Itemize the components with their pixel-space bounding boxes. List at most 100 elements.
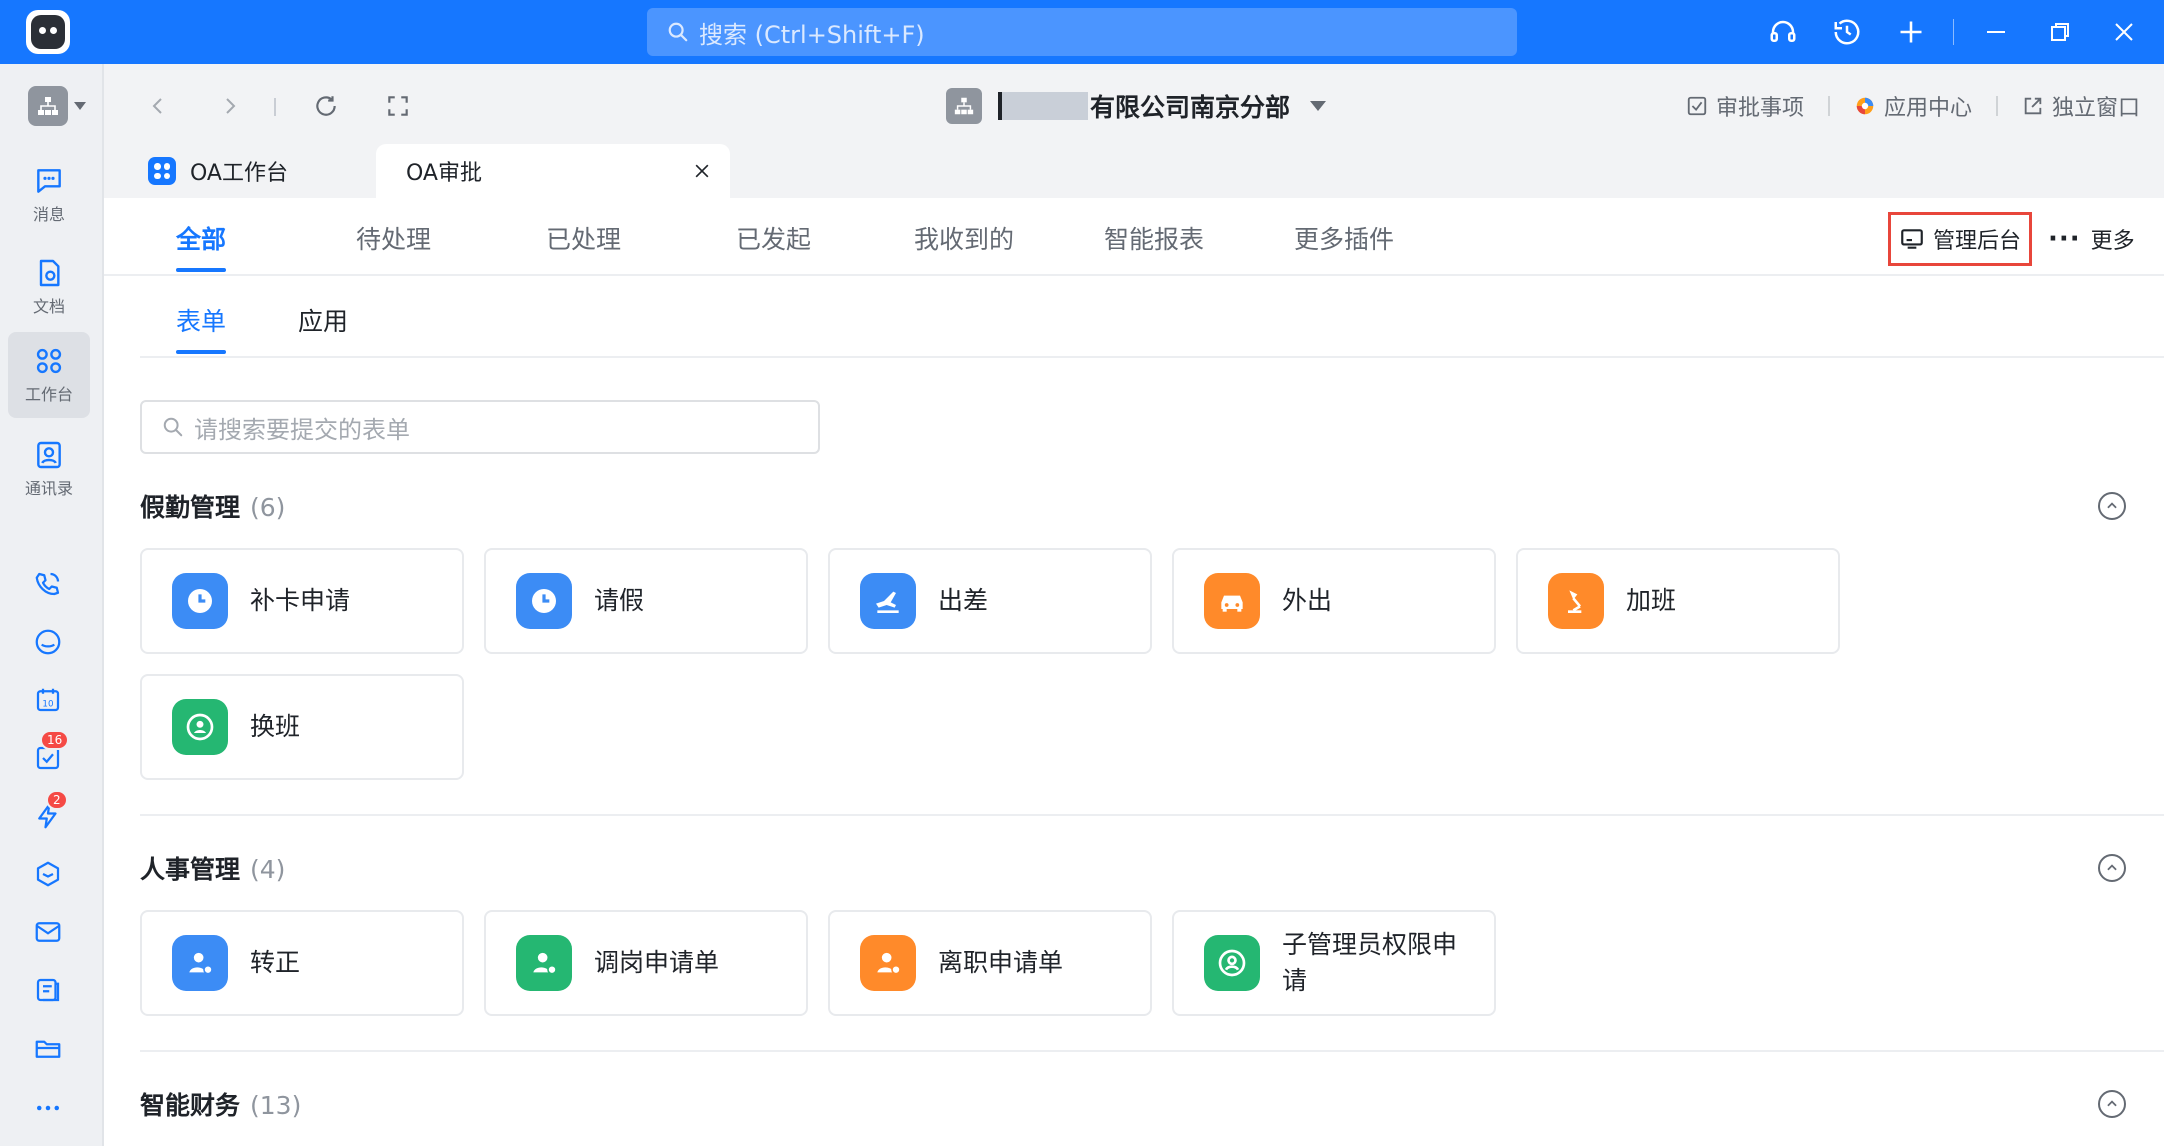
swap-user-icon bbox=[172, 699, 228, 755]
approvals-link[interactable]: 审批事项 bbox=[1662, 90, 1828, 122]
tab-apps[interactable]: 应用 bbox=[298, 302, 348, 338]
desk-lamp-icon bbox=[1548, 573, 1604, 629]
form-card-resignation[interactable]: 离职申请单 bbox=[828, 910, 1152, 1016]
headset-icon[interactable] bbox=[1751, 0, 1815, 64]
workbench-icon bbox=[36, 348, 62, 374]
cube-icon[interactable] bbox=[28, 854, 68, 894]
form-card-regularization[interactable]: 转正 bbox=[140, 910, 464, 1016]
form-card-leave[interactable]: 请假 bbox=[484, 548, 808, 654]
folder-icon[interactable] bbox=[28, 1028, 68, 1068]
sidebar-item-messages[interactable]: 消息 bbox=[8, 152, 90, 238]
contacts-icon bbox=[37, 441, 61, 469]
form-search-placeholder: 请搜索要提交的表单 bbox=[194, 415, 410, 444]
tab-oa-approval[interactable]: OA审批 bbox=[376, 144, 730, 198]
sidebar-item-docs[interactable]: 文档 bbox=[8, 244, 90, 330]
workbench-app-icon bbox=[148, 157, 176, 185]
org-tree-icon bbox=[946, 88, 982, 124]
clock-icon bbox=[516, 573, 572, 629]
form-card-transfer[interactable]: 调岗申请单 bbox=[484, 910, 808, 1016]
ellipsis-icon: ··· bbox=[2048, 224, 2081, 254]
lightning-icon[interactable]: 2 bbox=[28, 790, 68, 836]
svg-text:10: 10 bbox=[42, 699, 53, 709]
main-content: 全部 待处理 已处理 已发起 我收到的 智能报表 更多插件 管理后台 ··· 更… bbox=[104, 198, 2164, 1146]
form-card-going-out[interactable]: 外出 bbox=[1172, 548, 1496, 654]
search-placeholder: 搜索 (Ctrl+Shift+F) bbox=[699, 20, 925, 49]
form-card-sub-admin-permission[interactable]: 子管理员权限申请 bbox=[1172, 910, 1496, 1016]
flash-badge: 2 bbox=[46, 790, 68, 810]
form-card-overtime[interactable]: 加班 bbox=[1516, 548, 1840, 654]
org-title[interactable]: 有限公司南京分部 bbox=[946, 86, 1327, 126]
tab-forms[interactable]: 表单 bbox=[176, 302, 227, 354]
more-apps-icon[interactable] bbox=[28, 1088, 68, 1128]
global-search-input[interactable]: 搜索 (Ctrl+Shift+F) bbox=[647, 8, 1517, 56]
plus-icon[interactable] bbox=[1879, 0, 1943, 64]
redacted-name bbox=[998, 92, 1088, 120]
org-switcher[interactable] bbox=[28, 84, 88, 128]
tab-all[interactable]: 全部 bbox=[176, 220, 227, 272]
form-search-input[interactable]: 请搜索要提交的表单 bbox=[140, 400, 820, 454]
section-title-finance: 智能财务 (13) bbox=[140, 1091, 302, 1120]
sidebar-item-label: 消息 bbox=[32, 205, 65, 224]
message-icon bbox=[37, 169, 61, 193]
form-card-business-trip[interactable]: 出差 bbox=[828, 548, 1152, 654]
user-transfer-icon bbox=[516, 935, 572, 991]
document-icon bbox=[39, 259, 60, 287]
airplane-icon bbox=[860, 573, 916, 629]
app-center-link[interactable]: 应用中心 bbox=[1830, 90, 1996, 122]
checkbox-icon bbox=[1687, 96, 1707, 116]
minimize-icon[interactable] bbox=[1964, 0, 2028, 64]
clock-icon bbox=[172, 573, 228, 629]
fullscreen-icon[interactable] bbox=[380, 88, 416, 124]
todo-badge: 16 bbox=[40, 730, 70, 750]
chevron-down-icon bbox=[74, 102, 86, 110]
user-check-icon bbox=[172, 935, 228, 991]
tab-processed[interactable]: 已处理 bbox=[546, 220, 621, 256]
external-window-icon bbox=[2024, 97, 2042, 115]
section-title-attendance: 假勤管理 (6) bbox=[140, 493, 286, 522]
form-card-shift-swap[interactable]: 换班 bbox=[140, 674, 464, 780]
sub-tabs bbox=[140, 276, 2164, 358]
admin-console-button[interactable]: 管理后台 bbox=[1888, 212, 2032, 266]
forward-icon[interactable] bbox=[212, 88, 248, 124]
tab-more-plugins[interactable]: 更多插件 bbox=[1294, 220, 1394, 256]
left-sidebar: 消息 文档 工作台 通讯录 10 16 2 bbox=[0, 64, 104, 1146]
todo-icon[interactable]: 16 bbox=[28, 730, 70, 778]
tab-smart-reports[interactable]: 智能报表 bbox=[1104, 220, 1204, 256]
back-icon[interactable] bbox=[140, 88, 176, 124]
refresh-icon[interactable] bbox=[308, 88, 344, 124]
app-center-icon bbox=[1856, 97, 1874, 115]
collapse-up-icon[interactable] bbox=[2098, 1090, 2126, 1118]
cloud-icon[interactable] bbox=[28, 622, 68, 662]
sidebar-item-contacts[interactable]: 通讯录 bbox=[8, 426, 90, 512]
restore-icon[interactable] bbox=[2028, 0, 2092, 64]
sidebar-item-label: 工作台 bbox=[24, 385, 73, 404]
navigation-toolbar: 有限公司南京分部 审批事项 应用中心 独立窗口 bbox=[104, 64, 2164, 144]
user-leave-icon bbox=[860, 935, 916, 991]
org-name: 有限公司南京分部 bbox=[1090, 93, 1291, 122]
close-tab-icon[interactable] bbox=[692, 161, 712, 181]
collapse-up-icon[interactable] bbox=[2098, 854, 2126, 882]
sidebar-item-workbench[interactable]: 工作台 bbox=[8, 332, 90, 418]
monitor-icon bbox=[1901, 229, 1923, 249]
form-card-card-replacement[interactable]: 补卡申请 bbox=[140, 548, 464, 654]
history-icon[interactable] bbox=[1815, 0, 1879, 64]
close-icon[interactable] bbox=[2092, 0, 2156, 64]
collapse-up-icon[interactable] bbox=[2098, 492, 2126, 520]
phone-icon[interactable] bbox=[28, 564, 68, 604]
sidebar-item-label: 文档 bbox=[32, 297, 65, 316]
notes-icon[interactable] bbox=[28, 970, 68, 1010]
tab-initiated[interactable]: 已发起 bbox=[736, 220, 811, 256]
title-bar: 搜索 (Ctrl+Shift+F) bbox=[0, 0, 2164, 64]
standalone-window-link[interactable]: 独立窗口 bbox=[1998, 90, 2164, 122]
tab-oa-workbench[interactable]: OA工作台 bbox=[148, 144, 378, 198]
calendar-icon[interactable]: 10 bbox=[28, 680, 68, 720]
mail-icon[interactable] bbox=[28, 912, 68, 952]
tab-pending[interactable]: 待处理 bbox=[356, 220, 431, 256]
section-title-hr: 人事管理 (4) bbox=[140, 855, 286, 884]
org-tree-icon bbox=[38, 97, 58, 115]
car-icon bbox=[1204, 573, 1260, 629]
tab-received[interactable]: 我收到的 bbox=[914, 220, 1014, 256]
more-button[interactable]: ··· 更多 bbox=[2048, 212, 2135, 266]
user-circle-icon bbox=[1204, 935, 1260, 991]
sidebar-item-label: 通讯录 bbox=[24, 479, 73, 498]
